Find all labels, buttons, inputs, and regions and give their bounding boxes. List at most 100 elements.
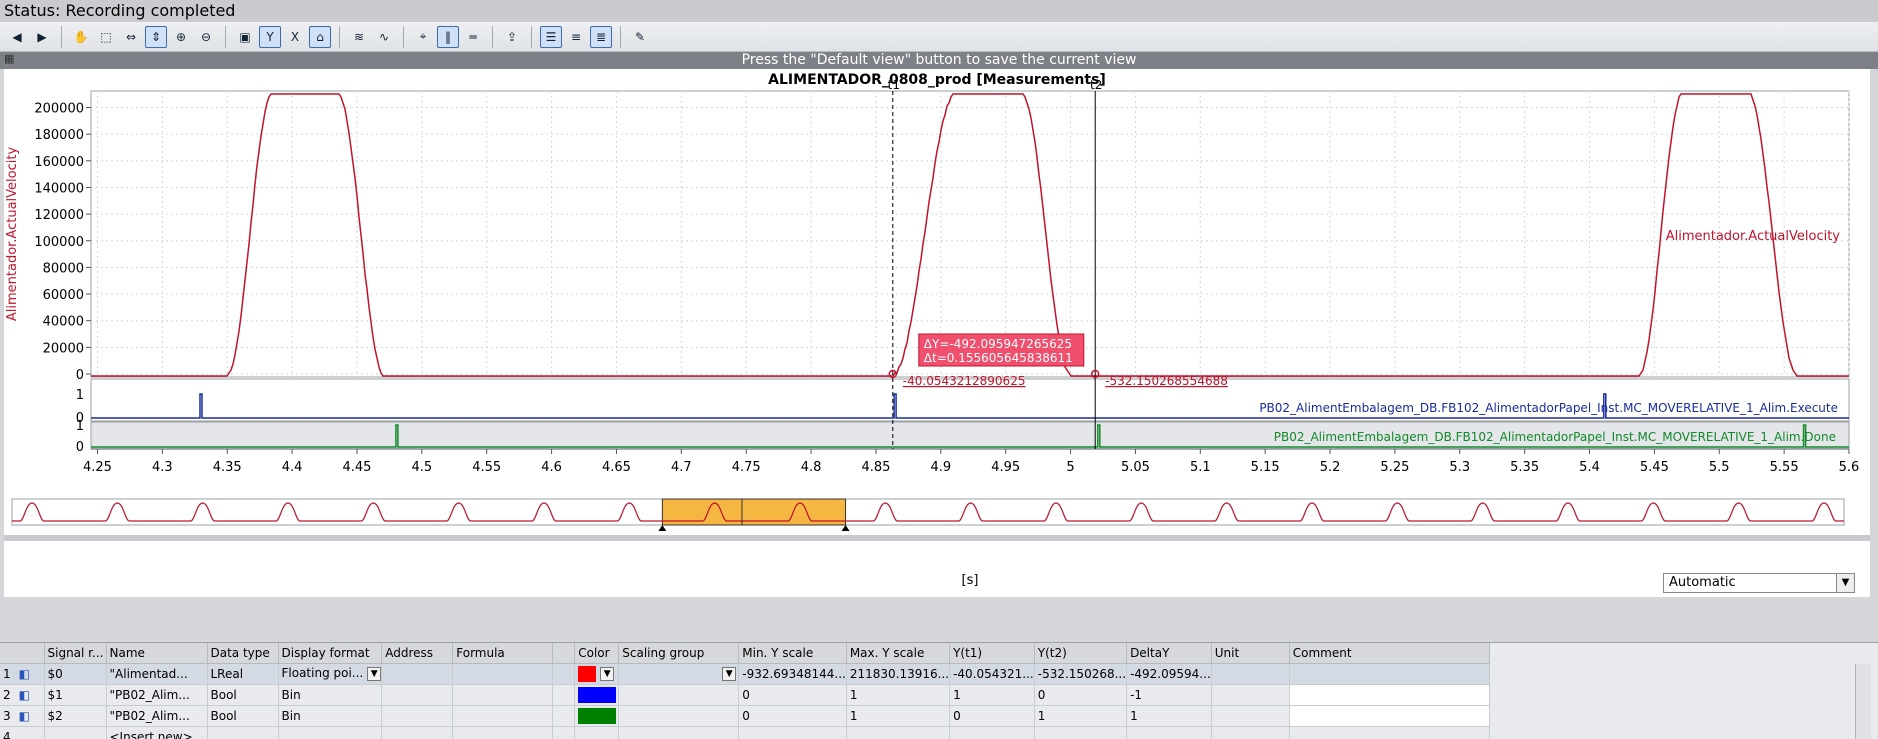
min-y-scale-cell[interactable]: 0	[738, 684, 847, 706]
min-y-scale-cell[interactable]: 0	[738, 705, 847, 727]
formula-button-cell[interactable]	[552, 684, 576, 706]
default-view-icon[interactable]: ⌂	[309, 25, 331, 48]
color-cell[interactable]	[574, 684, 620, 706]
unit-cell[interactable]	[1211, 705, 1290, 727]
formula-button-cell[interactable]	[552, 705, 576, 727]
vertical-cursor-icon[interactable]: ‖	[437, 25, 459, 48]
name-cell[interactable]: <Insert new>	[106, 726, 208, 739]
back-icon[interactable]: ◀	[6, 26, 28, 48]
max-y-scale-cell[interactable]: 211830.13916...	[846, 663, 951, 685]
name-cell[interactable]: "PB02_Alim...	[106, 684, 208, 706]
display-format-cell[interactable]: Bin	[278, 684, 383, 706]
min-y-scale-cell[interactable]: -932.69348144...	[738, 663, 847, 685]
measure-cursor-icon[interactable]: ⌖	[412, 26, 434, 48]
forward-icon[interactable]: ▶	[31, 26, 53, 48]
name-cell[interactable]: "Alimentad...	[106, 663, 208, 685]
comment-cell[interactable]	[1289, 684, 1490, 706]
scaling-group-cell[interactable]: ▼	[618, 663, 740, 685]
formula-button-cell[interactable]	[552, 726, 576, 739]
column-header[interactable]: Color	[574, 643, 620, 664]
unit-cell[interactable]	[1211, 726, 1290, 739]
column-header[interactable]: Y(t2)	[1034, 643, 1128, 664]
formula-cell[interactable]	[452, 705, 554, 727]
signal-cell[interactable]: $0	[44, 663, 107, 685]
max-y-scale-cell[interactable]: 1	[846, 684, 951, 706]
column-header[interactable]: DeltaY	[1126, 643, 1212, 664]
curve-icon[interactable]: ∿	[373, 26, 395, 48]
column-header[interactable]	[552, 643, 576, 664]
column-header[interactable]: Unit	[1211, 643, 1290, 664]
column-header[interactable]: Comment	[1289, 643, 1490, 664]
scaling-group-cell[interactable]	[618, 684, 740, 706]
zoom-y-100-icon[interactable]: Y	[259, 25, 281, 48]
column-header[interactable]: Formula	[452, 643, 554, 664]
address-cell[interactable]	[381, 705, 454, 727]
color-swatch[interactable]	[578, 686, 617, 703]
zoom-100-icon[interactable]: ▣	[234, 26, 256, 48]
chevron-down-icon[interactable]: ▼	[1836, 574, 1854, 592]
zoom-y-icon[interactable]: ⇕	[145, 25, 167, 48]
name-cell[interactable]: "PB02_Alim...	[106, 705, 208, 727]
comment-cell[interactable]	[1289, 705, 1490, 727]
table-scrollbar[interactable]	[1855, 664, 1871, 739]
column-header[interactable]: Name	[106, 643, 208, 664]
max-y-scale-cell[interactable]: 1	[846, 705, 951, 727]
overview-scale-select[interactable]: Automatic ▼	[1663, 573, 1855, 593]
display-format-cell[interactable]: Floating poi... ▼	[278, 663, 383, 685]
display-format-cell[interactable]	[278, 726, 383, 739]
chevron-down-icon[interactable]: ▼	[367, 666, 381, 681]
zoom-out-icon[interactable]: ⊖	[195, 26, 217, 48]
display-format-cell[interactable]: Bin	[278, 705, 383, 727]
formula-cell[interactable]	[452, 726, 554, 739]
zoom-box-icon[interactable]: ⬚	[95, 26, 117, 48]
formula-button-cell[interactable]	[552, 663, 576, 685]
trace-chart[interactable]: ALIMENTADOR_0808_prod [Measurements] 4.25…	[4, 69, 1870, 597]
column-header[interactable]: Data type	[207, 643, 279, 664]
scaling-group-cell[interactable]	[618, 705, 740, 727]
color-cell[interactable]	[574, 726, 620, 739]
color-cell[interactable]	[574, 705, 620, 727]
plot-panel[interactable]: ALIMENTADOR_0808_prod [Measurements] 4.25…	[4, 69, 1870, 597]
max-y-scale-cell[interactable]	[846, 726, 951, 739]
scaling-group-cell[interactable]	[618, 726, 740, 739]
export-icon[interactable]: ⇪	[501, 26, 523, 48]
address-cell[interactable]	[381, 726, 454, 739]
table-row[interactable]: 1 ◧ $0 "Alimentad... LReal Floating poi... ▼ ▼ ▼…	[0, 663, 1490, 685]
address-cell[interactable]	[381, 663, 454, 685]
align-left-icon[interactable]: ≡	[565, 26, 587, 48]
formula-cell[interactable]	[452, 663, 554, 685]
table-row[interactable]: 3 ◧ $2 "PB02_Alim... Bool Bin 0 1 0 1 1	[0, 705, 1490, 727]
color-swatch[interactable]	[578, 707, 617, 724]
align-right-icon[interactable]: ≣	[590, 25, 612, 48]
color-swatch[interactable]	[578, 665, 597, 682]
chevron-down-icon[interactable]: ▼	[600, 666, 615, 681]
signal-cell[interactable]: $1	[44, 684, 107, 706]
formula-cell[interactable]	[452, 684, 554, 706]
signal-cell[interactable]: $2	[44, 705, 107, 727]
table-row[interactable]: 2 ◧ $1 "PB02_Alim... Bool Bin 0 1 1 0 -1	[0, 684, 1490, 706]
comment-cell[interactable]	[1289, 726, 1490, 739]
horizontal-cursor-icon[interactable]: ═	[462, 26, 484, 48]
column-header[interactable]: Max. Y scale	[846, 643, 951, 664]
column-header[interactable]: Address	[381, 643, 454, 664]
chevron-down-icon[interactable]: ▼	[722, 666, 737, 681]
table-row[interactable]: 4 <Insert new>	[0, 726, 1490, 739]
zoom-x-icon[interactable]: ⇔	[120, 26, 142, 48]
column-header[interactable]: Scaling group	[618, 643, 740, 664]
address-cell[interactable]	[381, 684, 454, 706]
min-y-scale-cell[interactable]	[738, 726, 847, 739]
pan-hand-icon[interactable]: ✋	[70, 26, 92, 48]
color-cell[interactable]: ▼	[574, 663, 620, 685]
unit-cell[interactable]	[1211, 684, 1290, 706]
unit-cell[interactable]	[1211, 663, 1290, 685]
signal-cell[interactable]	[44, 726, 107, 739]
legend-icon[interactable]: ☰	[540, 25, 562, 48]
column-header[interactable]: Min. Y scale	[738, 643, 847, 664]
column-header[interactable]: Display format	[278, 643, 383, 664]
column-header[interactable]: Signal r...	[44, 643, 107, 664]
column-header[interactable]: Y(t1)	[949, 643, 1035, 664]
comment-cell[interactable]	[1289, 663, 1490, 685]
clear-icon[interactable]: ✎	[629, 26, 651, 48]
zoom-in-icon[interactable]: ⊕	[170, 26, 192, 48]
zoom-x-100-icon[interactable]: X	[284, 26, 306, 48]
